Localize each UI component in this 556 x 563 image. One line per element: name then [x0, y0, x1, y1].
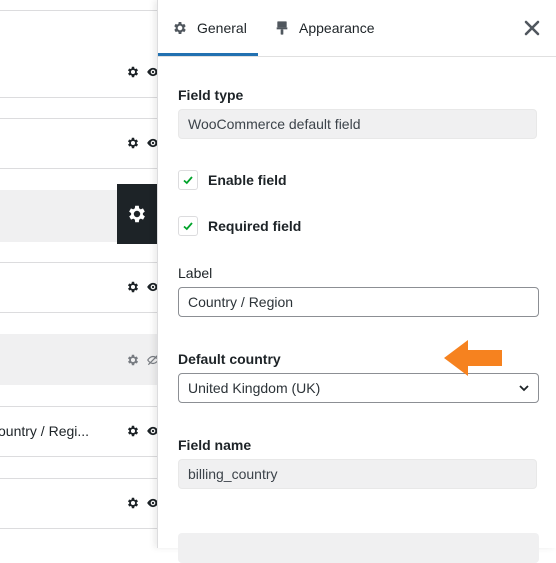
field-name-field: billing_country: [178, 459, 537, 489]
default-country-label: Default country: [178, 351, 281, 367]
gear-icon[interactable]: [126, 65, 140, 79]
list-item[interactable]: ountry / Regi...: [0, 406, 157, 456]
panel-tabs: General Appearance: [158, 0, 556, 57]
row-divider: [0, 528, 157, 529]
next-field: [178, 533, 539, 563]
list-item-label: ountry / Regi...: [0, 423, 90, 439]
field-settings-panel: General Appearance Field type WooCommerc…: [157, 0, 556, 563]
label-field-label: Label: [178, 265, 213, 281]
tab-appearance[interactable]: Appearance: [274, 0, 375, 55]
callout-arrow-icon: [444, 340, 502, 376]
default-country-value: United Kingdom (UK): [188, 380, 321, 396]
tab-general[interactable]: General: [158, 0, 261, 55]
required-field-label: Required field: [208, 218, 302, 234]
eye-icon[interactable]: [146, 496, 157, 510]
list-item[interactable]: [0, 47, 157, 97]
checkmark-icon: [183, 222, 193, 231]
field-type-field: WooCommerce default field: [178, 109, 537, 139]
row-divider: [0, 456, 157, 457]
eye-icon[interactable]: [146, 136, 157, 150]
list-item-disabled[interactable]: [0, 334, 157, 385]
tab-appearance-label: Appearance: [299, 19, 375, 36]
eye-icon[interactable]: [146, 65, 157, 79]
field-settings-button[interactable]: [117, 184, 157, 244]
list-item[interactable]: [0, 478, 157, 528]
chevron-down-icon: [519, 385, 529, 392]
field-type-label: Field type: [178, 87, 244, 103]
checkmark-icon: [183, 176, 193, 185]
default-country-select[interactable]: United Kingdom (UK): [178, 373, 539, 403]
required-field-checkbox[interactable]: [178, 216, 198, 236]
required-field-checkbox-row[interactable]: Required field: [178, 216, 301, 236]
row-divider: [0, 312, 157, 313]
gear-icon: [172, 20, 188, 36]
tab-general-label: General: [197, 19, 247, 36]
label-input[interactable]: Country / Region: [178, 287, 539, 317]
row-divider: [0, 10, 157, 11]
list-item[interactable]: [0, 118, 157, 168]
gear-icon[interactable]: [126, 424, 140, 438]
close-icon[interactable]: [524, 20, 540, 36]
enable-field-checkbox[interactable]: [178, 170, 198, 190]
row-divider: [0, 168, 157, 169]
row-divider: [0, 97, 157, 98]
eye-icon[interactable]: [146, 424, 157, 438]
eye-icon[interactable]: [146, 280, 157, 294]
gear-icon[interactable]: [126, 353, 140, 367]
paintbrush-icon: [274, 20, 290, 36]
eye-hidden-icon[interactable]: [146, 353, 157, 367]
fields-list: ountry / Regi...: [0, 0, 157, 548]
gear-icon[interactable]: [126, 280, 140, 294]
enable-field-checkbox-row[interactable]: Enable field: [178, 170, 287, 190]
gear-icon[interactable]: [126, 496, 140, 510]
enable-field-label: Enable field: [208, 172, 287, 188]
gear-icon: [129, 205, 145, 223]
active-tab-indicator: [158, 53, 258, 56]
gear-icon[interactable]: [126, 136, 140, 150]
list-item[interactable]: [0, 262, 157, 312]
field-name-label: Field name: [178, 437, 252, 453]
